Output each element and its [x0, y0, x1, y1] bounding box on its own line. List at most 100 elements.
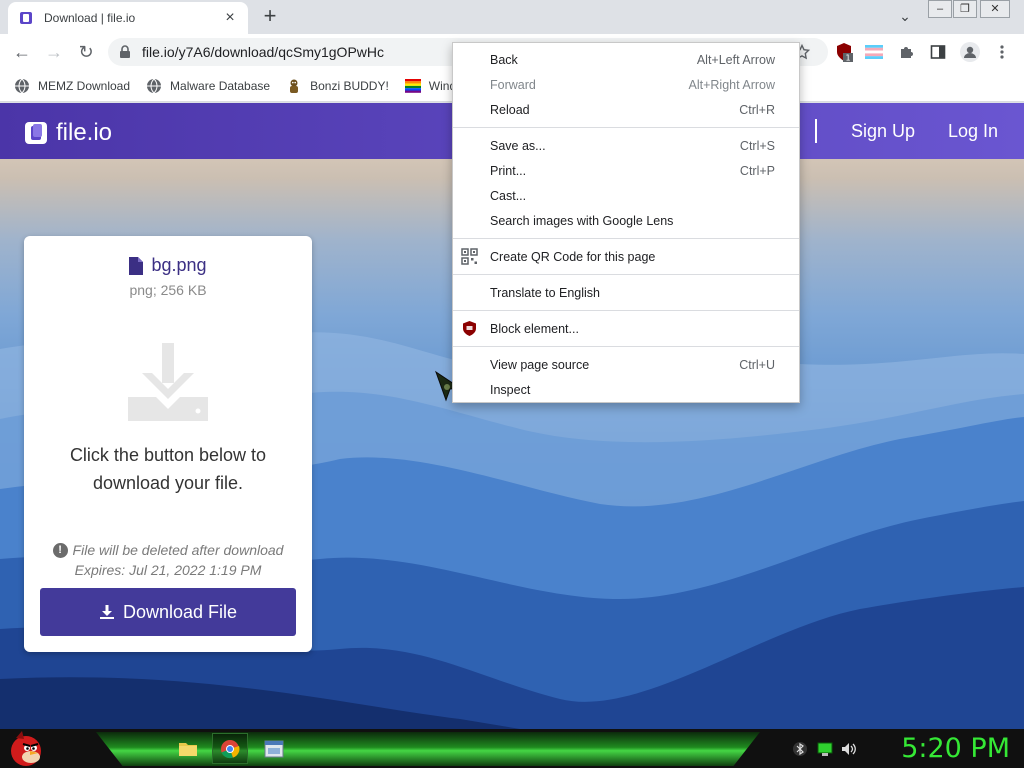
menu-separator	[453, 238, 799, 239]
menu-separator	[453, 127, 799, 128]
url-text: file.io/y7A6/download/qcSmy1gOPwHc	[142, 44, 385, 60]
menu-item-label: Reload	[490, 102, 530, 117]
expiry-text: Expires: Jul 21, 2022 1:19 PM	[74, 562, 262, 578]
download-card: bg.png png; 256 KB Click the button belo…	[24, 236, 312, 652]
ublock-icon	[463, 321, 476, 336]
menu-item-label: Forward	[490, 77, 536, 92]
menu-item-block-element[interactable]: Block element...	[453, 316, 799, 341]
menu-item-label: Translate to English	[490, 285, 601, 300]
menu-item-label: Create QR Code for this page	[490, 249, 656, 264]
menu-item-label: View page source	[490, 357, 590, 372]
menu-item-label: Cast...	[490, 188, 527, 203]
menu-item-label: Block element...	[490, 321, 579, 336]
restore-button[interactable]: ❐	[953, 0, 977, 18]
fileio-favicon-icon	[20, 12, 32, 24]
taskbar	[0, 729, 1024, 768]
bonzi-icon	[290, 79, 299, 93]
menu-separator	[453, 346, 799, 347]
file-name: bg.png	[151, 255, 207, 275]
puzzle-icon[interactable]	[896, 42, 916, 62]
tab-search-icon[interactable]: ⌄	[896, 8, 914, 26]
volume-icon[interactable]	[841, 741, 857, 757]
tab-close-icon[interactable]: ×	[222, 10, 238, 26]
file-meta: png; 256 KB	[129, 282, 207, 298]
close-window-button[interactable]: ✕	[980, 0, 1010, 18]
profile-icon[interactable]	[960, 42, 980, 62]
more-icon[interactable]	[992, 42, 1012, 62]
bookmark-memz[interactable]: MEMZ Download	[14, 78, 130, 94]
menu-item-shortcut: Alt+Left Arrow	[696, 52, 775, 67]
qr-code-icon	[461, 248, 478, 265]
file-icon	[129, 256, 144, 275]
tab-strip: Download | file.io × + ⌄ – ❐ ✕	[0, 0, 1024, 34]
download-graphic-icon	[128, 343, 208, 421]
signup-link[interactable]: Sign Up	[851, 121, 915, 142]
download-button-label: Download File	[122, 601, 238, 622]
menu-item-reload[interactable]: Reload Ctrl+R	[453, 97, 799, 122]
menu-item-print[interactable]: Print... Ctrl+P	[453, 158, 799, 183]
bluetooth-icon[interactable]	[792, 741, 808, 757]
menu-separator	[453, 310, 799, 311]
menu-item-label: Save as...	[490, 138, 546, 153]
file-name-row: bg.png	[24, 255, 312, 276]
bookmark-label: Malware Database	[170, 78, 271, 93]
nav-divider	[815, 119, 817, 143]
login-link[interactable]: Log In	[948, 121, 998, 142]
taskbar-clock[interactable]: 5:20 PM	[880, 733, 1010, 764]
menu-item-label: Back	[490, 52, 518, 67]
bookmark-label: MEMZ Download	[38, 78, 131, 93]
menu-item-shortcut: Ctrl+P	[739, 163, 775, 178]
menu-item-qr-code[interactable]: Create QR Code for this page	[453, 244, 799, 269]
network-icon[interactable]	[817, 741, 833, 757]
new-tab-button[interactable]: +	[259, 5, 281, 28]
download-file-button[interactable]: Download File	[40, 588, 296, 636]
lock-icon	[120, 45, 130, 58]
context-menu: Back Alt+Left Arrow Forward Alt+Right Ar…	[452, 42, 800, 403]
menu-item-shortcut: Ctrl+S	[739, 138, 775, 153]
sidepanel-icon[interactable]	[928, 42, 948, 62]
menu-separator	[453, 274, 799, 275]
menu-item-shortcut: Alt+Right Arrow	[688, 77, 776, 92]
windows-icon	[404, 78, 421, 93]
start-button-angry-bird-icon[interactable]	[4, 729, 52, 768]
menu-item-view-source[interactable]: View page source Ctrl+U	[453, 352, 799, 377]
brand-name: file.io	[56, 119, 113, 146]
file-explorer-icon[interactable]	[170, 733, 206, 764]
bookmark-malware-database[interactable]: Malware Database	[146, 78, 270, 94]
warning-text: File will be deleted after download	[72, 542, 284, 558]
menu-item-label: Search images with Google Lens	[490, 213, 674, 228]
menu-item-forward: Forward Alt+Right Arrow	[453, 72, 799, 97]
brand-link[interactable]: file.io	[24, 119, 112, 147]
ublock-extension-icon[interactable]: 1	[834, 42, 854, 62]
globe-icon	[147, 78, 162, 94]
menu-item-back[interactable]: Back Alt+Left Arrow	[453, 47, 799, 72]
menu-item-label: Inspect	[490, 382, 531, 397]
menu-item-save-as[interactable]: Save as... Ctrl+S	[453, 133, 799, 158]
window-icon[interactable]	[256, 733, 292, 764]
fileio-logo-icon	[25, 122, 47, 144]
tab-title: Download | file.io	[44, 11, 136, 25]
chrome-icon[interactable]	[212, 733, 248, 764]
menu-item-inspect[interactable]: Inspect	[453, 377, 799, 402]
menu-item-label: Print...	[490, 163, 527, 178]
menu-item-shortcut: Ctrl+R	[739, 102, 775, 117]
minimize-button[interactable]: –	[928, 0, 952, 18]
globe-icon	[15, 78, 29, 94]
ublock-badge: 1	[845, 54, 850, 63]
download-icon	[99, 605, 114, 619]
download-instructions: Click the button below to download your …	[69, 445, 267, 493]
reload-button[interactable]: ↻	[70, 36, 102, 68]
menu-item-translate[interactable]: Translate to English	[453, 280, 799, 305]
bookmark-bonzi-buddy[interactable]: Bonzi BUDDY!	[286, 78, 389, 94]
tab-active[interactable]: Download | file.io ×	[8, 2, 248, 34]
bookmark-label: Bonzi BUDDY!	[310, 78, 389, 93]
flag-icon[interactable]	[864, 42, 884, 62]
menu-item-google-lens[interactable]: Search images with Google Lens	[453, 208, 799, 233]
back-button[interactable]: ←	[6, 36, 38, 68]
forward-button[interactable]: →	[38, 36, 70, 68]
deletion-warning: ! File will be deleted after download	[24, 542, 312, 558]
menu-item-shortcut: Ctrl+U	[739, 357, 775, 372]
bookmark-wind[interactable]: Wind	[404, 78, 456, 94]
exclamation-icon: !	[52, 542, 68, 558]
menu-item-cast[interactable]: Cast...	[453, 183, 799, 208]
